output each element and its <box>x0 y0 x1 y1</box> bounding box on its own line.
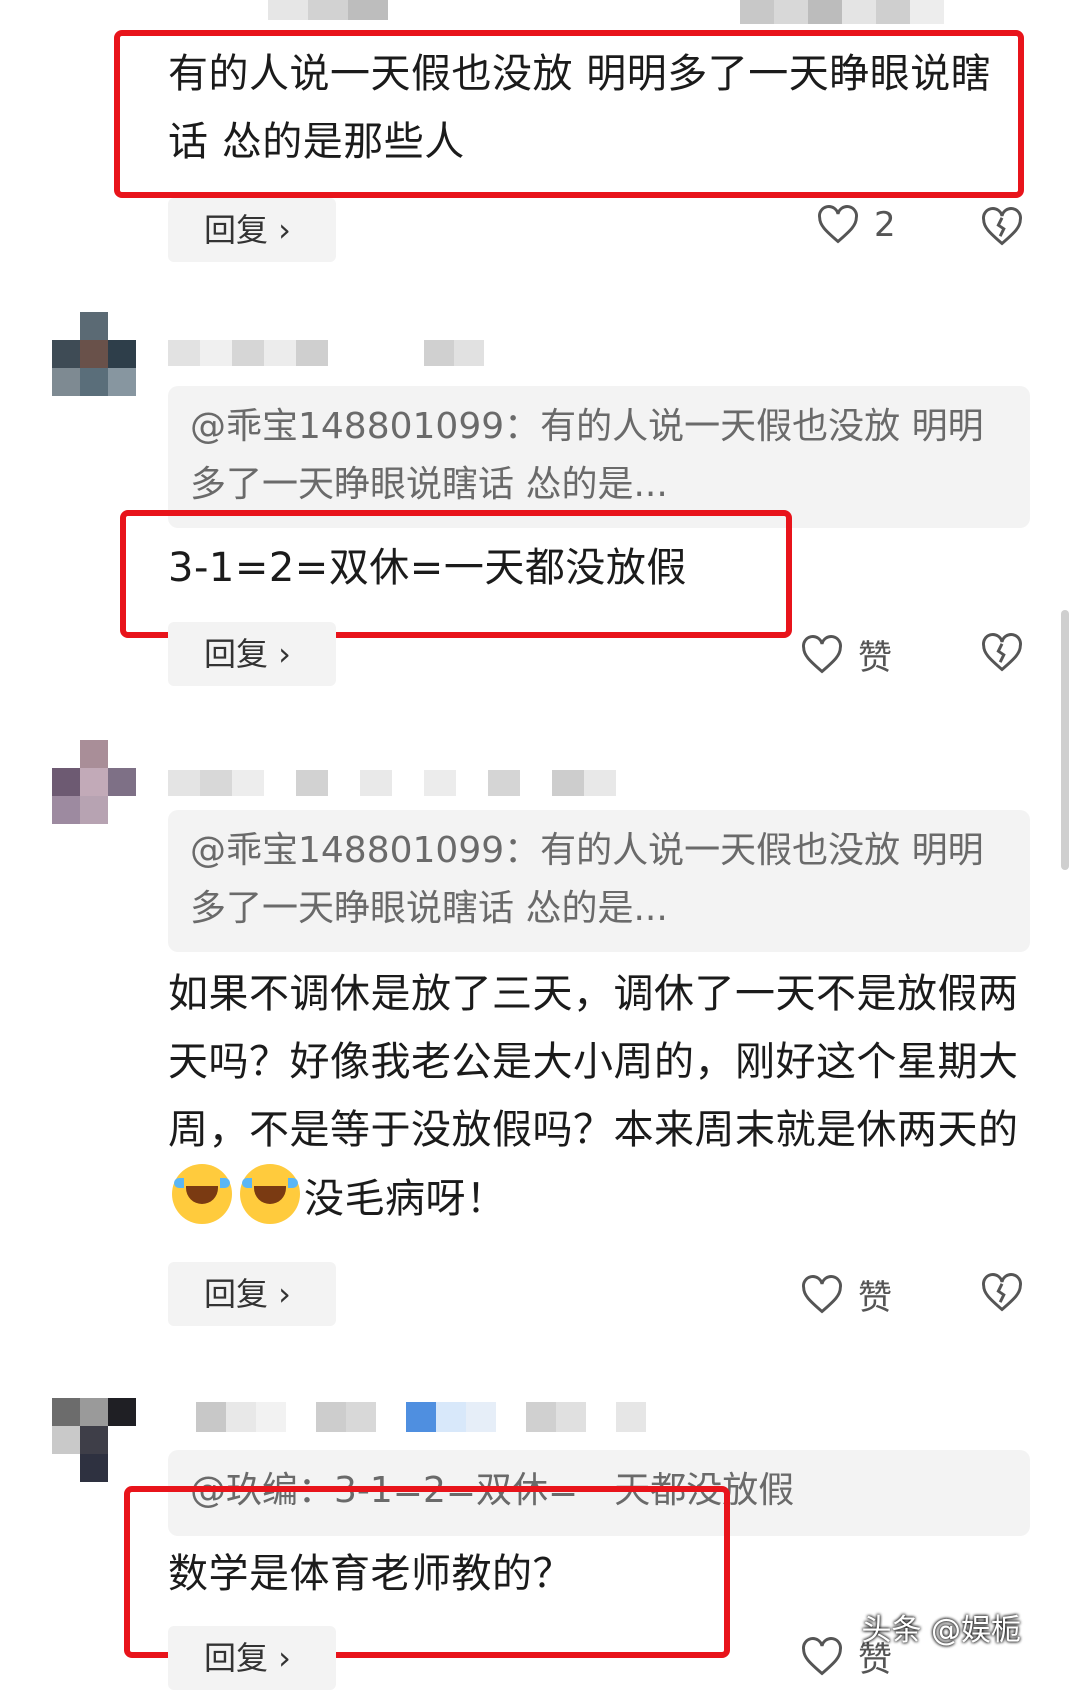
comment-3-body: 如果不调休是放了三天，调休了一天不是放假两天吗？好像我老公是大小周的，刚好这个星… <box>168 960 1038 1233</box>
comment-1-body: 有的人说一天假也没放 明明多了一天睁眼说瞎话 怂的是那些人 <box>168 51 992 165</box>
comment-2-body: 3-1=2=双休=一天都没放假 <box>168 545 687 591</box>
comment-1-reply-button[interactable]: 回复 › <box>168 198 336 262</box>
comment-3-like-label: 赞 <box>858 1278 892 1318</box>
comment-4-username[interactable] <box>196 1402 676 1432</box>
comment-3-body-tail: 没毛病呀！ <box>304 1176 507 1222</box>
comment-3-quoted-reply[interactable]: @乖宝148801099：有的人说一天假也没放 明明多了一天睁眼说瞎话 怂的是.… <box>168 810 1030 952</box>
comment-4-reply-button[interactable]: 回复 › <box>168 1626 336 1690</box>
comment-3-username[interactable] <box>168 770 616 796</box>
comment-2-dislike-button[interactable] <box>980 632 1024 678</box>
comment-4-quoted-reply[interactable]: @玖编：3-1=2=双休=一天都没放假 <box>168 1450 1030 1536</box>
comment-2-username[interactable] <box>168 340 424 366</box>
mosaic-name-top <box>268 0 508 20</box>
comment-2-avatar[interactable] <box>52 312 136 396</box>
comment-1-dislike-button[interactable] <box>980 206 1024 252</box>
comment-2-quoted-reply[interactable]: @乖宝148801099：有的人说一天假也没放 明明多了一天睁眼说瞎话 怂的是.… <box>168 386 1030 528</box>
scrollbar[interactable] <box>1061 610 1069 870</box>
comment-4-avatar[interactable] <box>52 1398 136 1482</box>
comment-3-body-text: 如果不调休是放了三天，调休了一天不是放假两天吗？好像我老公是大小周的，刚好这个星… <box>168 971 1019 1153</box>
broken-heart-icon <box>982 207 1022 246</box>
comment-2-like-label: 赞 <box>858 638 892 678</box>
laughing-crying-emoji-icon <box>172 1164 232 1224</box>
comment-1-like-count: 2 <box>874 205 896 245</box>
comment-2-like-button[interactable]: 赞 <box>800 630 892 679</box>
comment-3-reply-button[interactable]: 回复 › <box>168 1262 336 1326</box>
heart-icon <box>802 634 842 673</box>
broken-heart-icon <box>982 633 1022 672</box>
comment-2-reply-button[interactable]: 回复 › <box>168 622 336 686</box>
mosaic-meta-top <box>740 0 944 24</box>
comment-3-avatar[interactable] <box>52 740 136 824</box>
laughing-crying-emoji-icon <box>240 1164 300 1224</box>
comment-3-like-button[interactable]: 赞 <box>800 1270 892 1319</box>
watermark: 头条 @娱栀 <box>861 1613 1021 1648</box>
comment-3-dislike-button[interactable] <box>980 1272 1024 1318</box>
heart-icon <box>818 205 858 244</box>
comment-4-body: 数学是体育老师教的？ <box>168 1551 573 1597</box>
broken-heart-icon <box>982 1273 1022 1312</box>
comment-2-meta <box>424 340 484 366</box>
heart-icon <box>802 1274 842 1313</box>
comment-1-like-button[interactable]: 2 <box>816 204 896 246</box>
heart-icon <box>802 1636 842 1675</box>
